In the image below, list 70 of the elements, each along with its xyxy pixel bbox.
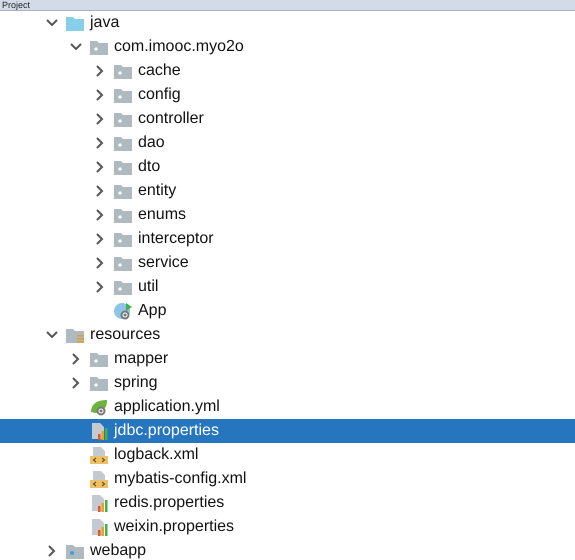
item-label: dto — [138, 157, 160, 177]
folder-icon — [89, 350, 109, 368]
item-label: redis.properties — [114, 493, 224, 513]
item-label: mapper — [114, 349, 168, 369]
tree-item[interactable]: enums — [0, 203, 575, 227]
tree-item[interactable]: spring — [0, 371, 575, 395]
folder-icon — [113, 134, 133, 152]
item-label: weixin.properties — [114, 517, 234, 537]
folder-icon — [113, 278, 133, 296]
tree-item[interactable]: redis.properties — [0, 491, 575, 515]
folder-icon — [113, 182, 133, 200]
properties-file-icon — [89, 422, 109, 440]
tree-item[interactable]: application.yml — [0, 395, 575, 419]
properties-file-icon — [89, 494, 109, 512]
item-label: spring — [114, 373, 158, 393]
tree-item[interactable]: entity — [0, 179, 575, 203]
folder-icon — [113, 230, 133, 248]
item-label: util — [138, 277, 158, 297]
item-label: dao — [138, 133, 165, 153]
tree-item[interactable]: App — [0, 299, 575, 323]
tree-item[interactable]: weixin.properties — [0, 515, 575, 539]
item-label: resources — [90, 325, 160, 345]
folder-icon — [113, 86, 133, 104]
folder-icon — [113, 110, 133, 128]
tree-item[interactable]: com.imooc.myo2o — [0, 35, 575, 59]
tree-item[interactable]: util — [0, 275, 575, 299]
class-icon — [113, 302, 133, 320]
item-label: App — [138, 301, 166, 321]
source-folder-icon — [65, 14, 85, 32]
item-label: mybatis-config.xml — [114, 469, 246, 489]
leaf-icon — [89, 398, 109, 416]
resources-folder-icon — [65, 326, 85, 344]
folder-icon — [113, 158, 133, 176]
tree-item[interactable]: cache — [0, 59, 575, 83]
panel-title: Project — [1, 0, 30, 10]
folder-icon — [89, 374, 109, 392]
item-label: controller — [138, 109, 204, 129]
xml-file-icon — [89, 470, 109, 488]
item-label: java — [90, 13, 120, 33]
item-label: com.imooc.myo2o — [114, 37, 244, 57]
tree-item[interactable]: config — [0, 83, 575, 107]
tree-item[interactable]: dao — [0, 131, 575, 155]
tree-item[interactable]: java — [0, 11, 575, 35]
tree-item[interactable]: logback.xml — [0, 443, 575, 467]
properties-file-icon — [89, 518, 109, 536]
item-label: config — [138, 85, 181, 105]
folder-icon — [113, 206, 133, 224]
tree-item[interactable]: mapper — [0, 347, 575, 371]
tree-item[interactable]: interceptor — [0, 227, 575, 251]
tree-item[interactable]: resources — [0, 323, 575, 347]
item-label: cache — [138, 61, 181, 81]
item-label: logback.xml — [114, 445, 198, 465]
folder-icon — [89, 38, 109, 56]
item-label: enums — [138, 205, 186, 225]
tree-item[interactable]: service — [0, 251, 575, 275]
tree-item[interactable]: jdbc.properties — [0, 419, 575, 443]
folder-icon — [113, 254, 133, 272]
tree-item[interactable]: dto — [0, 155, 575, 179]
tree-item[interactable]: mybatis-config.xml — [0, 467, 575, 491]
tree-item[interactable]: controller — [0, 107, 575, 131]
folder-icon — [113, 62, 133, 80]
tree-item[interactable]: webapp — [0, 539, 575, 560]
folder-icon — [65, 542, 85, 560]
item-label: entity — [138, 181, 176, 201]
item-label: interceptor — [138, 229, 214, 249]
item-label: jdbc.properties — [114, 421, 219, 441]
item-label: webapp — [90, 541, 146, 560]
xml-file-icon — [89, 446, 109, 464]
item-label: service — [138, 253, 189, 273]
item-label: application.yml — [114, 397, 220, 417]
